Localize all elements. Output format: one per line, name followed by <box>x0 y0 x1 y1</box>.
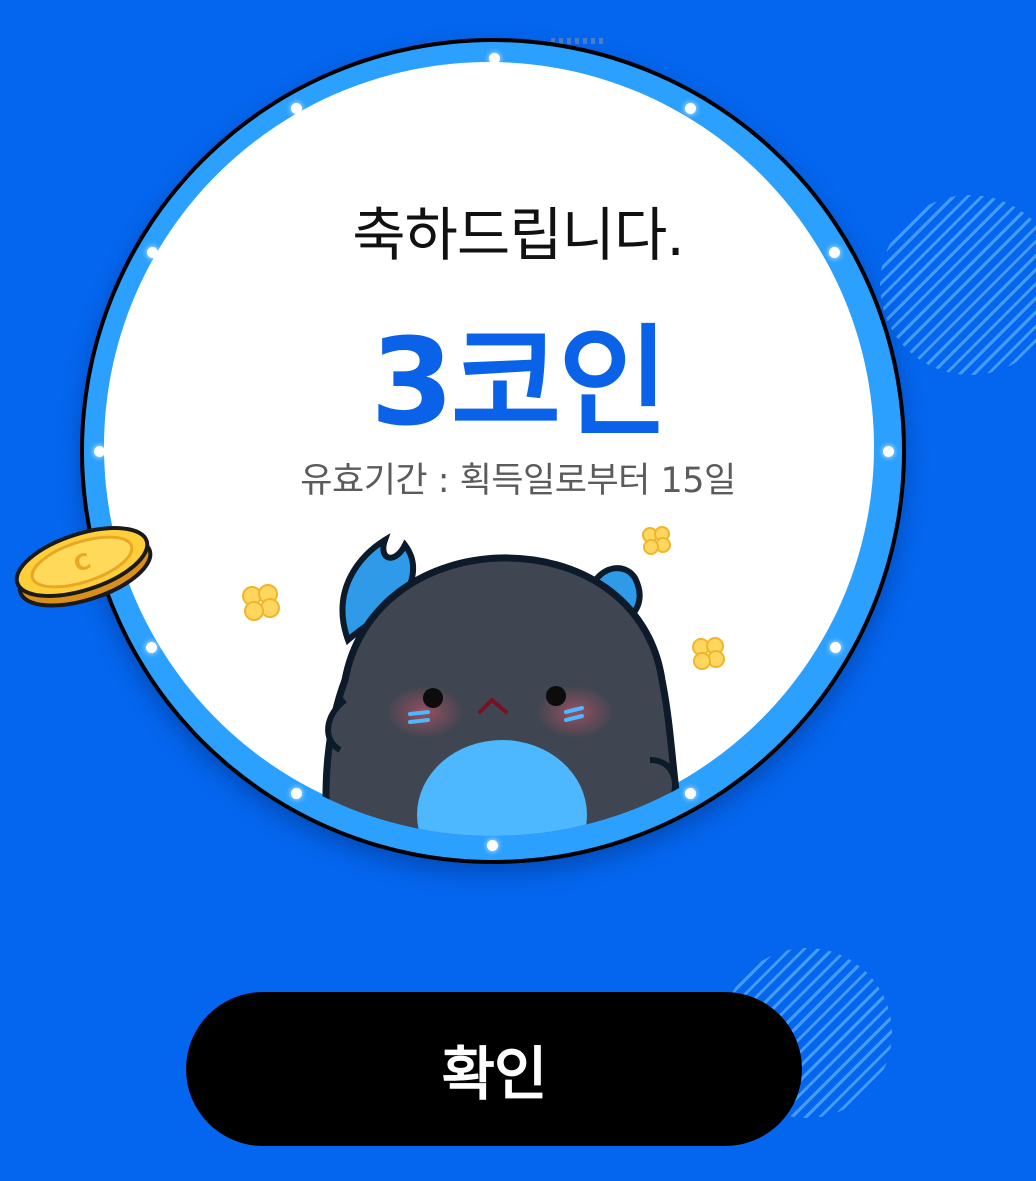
coin-icon: C <box>14 526 153 608</box>
popcorn-sparkle-icon <box>692 637 725 670</box>
popcorn-sparkle-icon <box>242 584 280 621</box>
validity-period: 유효기간 : 획득일로부터 15일 <box>300 461 736 501</box>
reward-amount: 3코인 <box>370 314 668 453</box>
mascot-character <box>322 533 690 836</box>
congrats-heading: 축하드립니다. <box>352 201 685 269</box>
popcorn-sparkle-icon <box>642 526 671 555</box>
confirm-button[interactable]: 확인 <box>186 992 802 1146</box>
reward-popup: C 축하드립니다. 3코인 유효기간 : 획득일로부터 15일 확인 <box>0 0 1036 1181</box>
